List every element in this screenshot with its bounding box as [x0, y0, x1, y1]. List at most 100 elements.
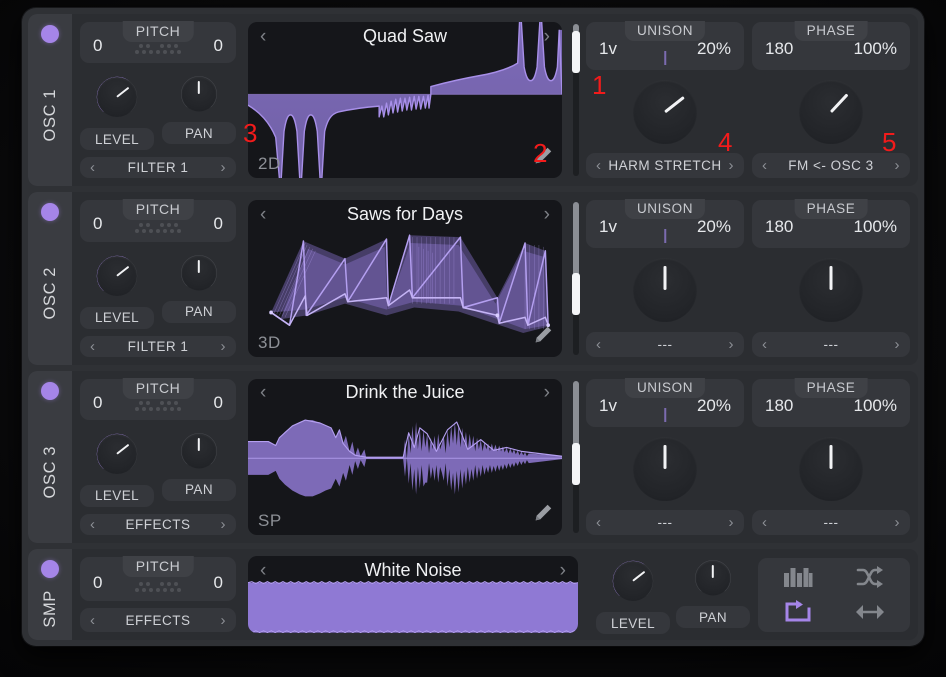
sampler-level-knob[interactable]: [607, 555, 659, 607]
osc1-prev-preset-button[interactable]: ‹: [260, 27, 266, 46]
osc2-prev-preset-button[interactable]: ‹: [260, 205, 266, 224]
osc2-slider-thumb[interactable]: [572, 273, 580, 315]
osc1-slider-thumb[interactable]: [572, 31, 580, 73]
chevron-right-icon[interactable]: ›: [895, 158, 901, 173]
osc3-unison-detune[interactable]: 20%: [697, 396, 731, 416]
osc2-unison-voices[interactable]: 1v: [599, 217, 617, 237]
chevron-right-icon[interactable]: ›: [729, 515, 735, 530]
osc2-next-preset-button[interactable]: ›: [544, 205, 550, 224]
osc2-unison-assign-stepper[interactable]: ‹ --- ›: [586, 332, 744, 357]
osc3-pitch-fine[interactable]: 0: [214, 394, 223, 411]
osc1-wave-display[interactable]: ‹ Quad Saw › 2D: [248, 22, 562, 178]
osc3-unison-voices[interactable]: 1v: [599, 396, 617, 416]
osc2-unison-assign-value: ---: [602, 337, 729, 352]
osc1-phase-knob[interactable]: [792, 73, 870, 151]
osc1-pitch-coarse[interactable]: 0: [93, 37, 102, 54]
osc1-unison-header[interactable]: UNISON 1v 20%: [586, 22, 744, 70]
osc3-phase-header[interactable]: PHASE 180 100%: [752, 379, 910, 427]
osc2-pitch-coarse[interactable]: 0: [93, 215, 102, 232]
chevron-right-icon[interactable]: ›: [221, 517, 227, 532]
osc3-display-mode[interactable]: SP: [258, 511, 282, 531]
keyboard-icon[interactable]: [776, 562, 820, 592]
osc1-unison-knob[interactable]: [626, 73, 704, 151]
sampler-prev-preset-button[interactable]: ‹: [260, 561, 266, 580]
osc1-phase-assign-stepper[interactable]: ‹ FM <- OSC 3 ›: [752, 153, 910, 178]
osc2-level-knob[interactable]: [91, 250, 143, 302]
sampler-pitch-coarse[interactable]: 0: [93, 574, 102, 591]
osc2-phase-header[interactable]: PHASE 180 100%: [752, 200, 910, 248]
osc2-unison-knob[interactable]: [626, 251, 704, 329]
sampler-pan-knob[interactable]: [690, 555, 736, 601]
chevron-right-icon[interactable]: ›: [729, 337, 735, 352]
chevron-right-icon[interactable]: ›: [221, 339, 227, 354]
osc3-unison-knob[interactable]: [626, 430, 704, 508]
sampler-pitch-module[interactable]: PITCH 0 0: [80, 557, 236, 601]
osc2-depth-slider[interactable]: [568, 192, 584, 364]
bidirectional-arrow-icon[interactable]: [848, 597, 892, 627]
osc1-level-knob[interactable]: [91, 71, 143, 123]
pencil-icon[interactable]: [532, 145, 554, 172]
sampler-power-toggle[interactable]: [41, 560, 59, 578]
osc3-prev-preset-button[interactable]: ‹: [260, 383, 266, 402]
chevron-right-icon[interactable]: ›: [895, 337, 901, 352]
osc1-routing-stepper[interactable]: ‹ FILTER 1 ›: [80, 157, 236, 178]
osc3-phase-offset[interactable]: 180: [765, 396, 793, 416]
osc2-phase-offset[interactable]: 180: [765, 217, 793, 237]
sampler-wave-display[interactable]: ‹ White Noise ›: [248, 556, 578, 633]
osc3-phase-rand[interactable]: 100%: [854, 396, 897, 416]
sampler-next-preset-button[interactable]: ›: [560, 561, 566, 580]
osc3-pitch-coarse[interactable]: 0: [93, 394, 102, 411]
osc1-phase-rand[interactable]: 100%: [854, 39, 897, 59]
osc1-phase-offset[interactable]: 180: [765, 39, 793, 59]
osc2-phase-knob[interactable]: [792, 251, 870, 329]
osc1-unison-assign-stepper[interactable]: ‹ HARM STRETCH ›: [586, 153, 744, 178]
osc2-slider-track[interactable]: [573, 202, 579, 354]
sampler-routing-stepper[interactable]: ‹ EFFECTS ›: [80, 608, 236, 632]
osc3-pan-knob[interactable]: [176, 428, 222, 474]
sampler-pitch-fine[interactable]: 0: [214, 574, 223, 591]
osc3-level-knob[interactable]: [91, 428, 143, 480]
chevron-right-icon[interactable]: ›: [729, 158, 735, 173]
osc1-depth-slider[interactable]: [568, 14, 584, 186]
osc3-power-toggle[interactable]: [41, 382, 59, 400]
chevron-right-icon[interactable]: ›: [221, 613, 227, 628]
osc3-routing-stepper[interactable]: ‹ EFFECTS ›: [80, 514, 236, 535]
osc2-pan-knob[interactable]: [176, 250, 222, 296]
osc1-slider-track[interactable]: [573, 24, 579, 176]
osc2-phase-assign-stepper[interactable]: ‹ --- ›: [752, 332, 910, 357]
osc2-pitch-fine[interactable]: 0: [214, 215, 223, 232]
osc2-power-toggle[interactable]: [41, 203, 59, 221]
osc1-phase-header[interactable]: PHASE 180 100%: [752, 22, 910, 70]
osc2-routing-stepper[interactable]: ‹ FILTER 1 ›: [80, 336, 236, 357]
osc1-next-preset-button[interactable]: ›: [544, 27, 550, 46]
pencil-icon[interactable]: [532, 324, 554, 351]
osc3-phase-assign-stepper[interactable]: ‹ --- ›: [752, 510, 910, 535]
shuffle-icon[interactable]: [848, 562, 892, 592]
chevron-right-icon[interactable]: ›: [895, 515, 901, 530]
osc3-unison-assign-stepper[interactable]: ‹ --- ›: [586, 510, 744, 535]
osc3-next-preset-button[interactable]: ›: [544, 383, 550, 402]
osc1-unison-voices[interactable]: 1v: [599, 39, 617, 59]
osc2-unison-detune[interactable]: 20%: [697, 217, 731, 237]
osc2-pitch-module[interactable]: PITCH 0 0: [80, 200, 236, 241]
osc3-slider-track[interactable]: [573, 381, 579, 533]
osc3-unison-header[interactable]: UNISON 1v 20%: [586, 379, 744, 427]
osc1-pitch-fine[interactable]: 0: [214, 37, 223, 54]
osc2-phase-rand[interactable]: 100%: [854, 217, 897, 237]
chevron-right-icon[interactable]: ›: [221, 160, 227, 175]
osc1-display-mode[interactable]: 2D: [258, 154, 281, 174]
osc3-slider-thumb[interactable]: [572, 443, 580, 485]
osc3-phase-knob[interactable]: [792, 430, 870, 508]
osc3-depth-slider[interactable]: [568, 371, 584, 543]
osc2-unison-header[interactable]: UNISON 1v 20%: [586, 200, 744, 248]
osc1-power-toggle[interactable]: [41, 25, 59, 43]
osc3-pitch-module[interactable]: PITCH 0 0: [80, 379, 236, 420]
osc1-unison-detune[interactable]: 20%: [697, 39, 731, 59]
loop-icon[interactable]: [776, 597, 820, 627]
pencil-icon[interactable]: [532, 502, 554, 529]
osc1-pitch-module[interactable]: PITCH 0 0: [80, 22, 236, 63]
osc3-wave-display[interactable]: ‹ Drink the Juice › SP: [248, 379, 562, 535]
osc2-wave-display[interactable]: ‹ Saws for Days › 3D: [248, 200, 562, 356]
osc2-display-mode[interactable]: 3D: [258, 333, 281, 353]
osc1-pan-knob[interactable]: [176, 71, 222, 117]
